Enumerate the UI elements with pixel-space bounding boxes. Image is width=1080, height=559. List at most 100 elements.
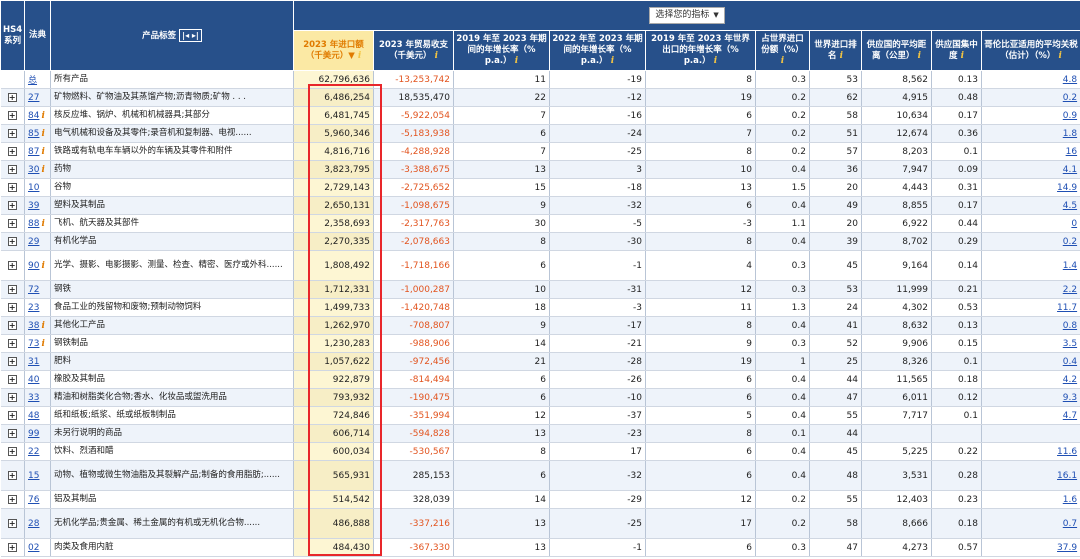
expand-icon[interactable]: + [7, 128, 17, 138]
expand-icon[interactable]: + [7, 284, 17, 294]
tariff-link[interactable]: 2.2 [1063, 285, 1077, 295]
expand-icon[interactable]: + [7, 320, 17, 330]
code-link[interactable]: 29 [28, 237, 39, 247]
code-link[interactable]: 39 [28, 201, 39, 211]
tariff-link[interactable]: 0.9 [1063, 111, 1077, 121]
tariff-link[interactable]: 4.1 [1063, 165, 1077, 175]
code-link[interactable]: 85 [28, 129, 39, 139]
info-icon[interactable]: i [41, 261, 44, 271]
tariff-link[interactable]: 4.7 [1063, 411, 1077, 421]
code-link[interactable]: 38 [28, 321, 39, 331]
world-import-share-header[interactable]: 占世界进口份额（%） i [755, 30, 810, 71]
info-icon[interactable]: i [41, 219, 44, 229]
code-link[interactable]: 76 [28, 495, 39, 505]
tariff-link[interactable]: 16 [1066, 147, 1077, 157]
import-value-header[interactable]: 2023 年进口额（千美元）▼ i [293, 30, 374, 71]
indicator-select[interactable]: 选择您的指标 ▼ [649, 7, 725, 24]
expand-icon[interactable]: + [7, 410, 17, 420]
tariff-link[interactable]: 0.4 [1063, 357, 1077, 367]
info-icon[interactable]: i [431, 51, 438, 61]
expand-icon[interactable]: + [7, 146, 17, 156]
tariff-link[interactable]: 1.6 [1063, 495, 1077, 505]
code-link[interactable]: 总 [28, 76, 37, 86]
info-icon[interactable]: i [41, 147, 44, 157]
tariff-link[interactable]: 3.5 [1063, 339, 1077, 349]
info-icon[interactable]: i [914, 51, 921, 61]
expand-icon[interactable]: + [7, 470, 17, 480]
product-header[interactable]: 产品标签 |◂ ▸| [50, 0, 294, 71]
expand-icon[interactable]: + [7, 236, 17, 246]
expand-icon[interactable]: + [7, 446, 17, 456]
tariff-link[interactable]: 11.6 [1057, 447, 1077, 457]
code-link[interactable]: 73 [28, 339, 39, 349]
tariff-header[interactable]: 哥伦比亚适用的平均关税（估计）（%） i [980, 30, 1080, 71]
info-icon[interactable]: i [41, 339, 44, 349]
expand-icon[interactable]: + [7, 218, 17, 228]
tariff-link[interactable]: 16.1 [1057, 471, 1077, 481]
expand-icon[interactable]: + [7, 374, 17, 384]
code-link[interactable]: 30 [28, 165, 39, 175]
tariff-link[interactable]: 0.2 [1063, 93, 1077, 103]
tariff-link[interactable]: 9.3 [1063, 393, 1077, 403]
info-icon[interactable]: i [41, 129, 44, 139]
supplier-concentration-header[interactable]: 供应国集中度 i [931, 30, 982, 71]
code-link[interactable]: 84 [28, 111, 39, 121]
tariff-link[interactable]: 0.8 [1063, 321, 1077, 331]
info-icon[interactable]: i [355, 51, 361, 61]
tariff-link[interactable]: 0.7 [1063, 519, 1077, 529]
code-link[interactable]: 99 [28, 429, 39, 439]
code-link[interactable]: 87 [28, 147, 39, 157]
info-icon[interactable]: i [41, 111, 44, 121]
info-icon[interactable]: i [512, 56, 518, 66]
expand-icon[interactable]: + [7, 302, 17, 312]
code-link[interactable]: 33 [28, 393, 39, 403]
expand-icon[interactable]: + [7, 518, 17, 528]
code-link[interactable]: 90 [28, 261, 39, 271]
tariff-link[interactable]: 4.5 [1063, 201, 1077, 211]
expand-icon[interactable]: + [7, 338, 17, 348]
code-link[interactable]: 72 [28, 285, 39, 295]
expand-icon[interactable]: + [7, 200, 17, 210]
tariff-link[interactable]: 0.2 [1063, 237, 1077, 247]
info-icon[interactable]: i [41, 165, 44, 175]
tariff-link[interactable]: 4.2 [1063, 375, 1077, 385]
code-link[interactable]: 10 [28, 183, 39, 193]
expand-icon[interactable]: + [7, 428, 17, 438]
code-link[interactable]: 48 [28, 411, 39, 421]
expand-icon[interactable]: + [7, 164, 17, 174]
code-link[interactable]: 22 [28, 447, 39, 457]
tariff-link[interactable]: 0 [1071, 219, 1077, 229]
code-link[interactable]: 02 [28, 543, 39, 553]
code-link[interactable]: 23 [28, 303, 39, 313]
info-icon[interactable]: i [781, 56, 784, 66]
growth-2019-2023-header[interactable]: 2019 年至 2023 年期间的年增长率（% p.a.） i [453, 30, 550, 71]
code-link[interactable]: 27 [28, 93, 39, 103]
code-header[interactable]: 法典 [24, 0, 51, 71]
column-resize-icon[interactable]: |◂ ▸| [179, 29, 202, 42]
tariff-link[interactable]: 37.9 [1057, 543, 1077, 553]
trade-balance-header[interactable]: 2023 年贸易收支（千美元） i [373, 30, 454, 71]
supplier-distance-header[interactable]: 供应国的平均距离（公里） i [861, 30, 932, 71]
world-export-growth-header[interactable]: 2019 年至 2023 年世界出口的年增长率（% p.a.） i [645, 30, 756, 71]
info-icon[interactable]: i [1055, 51, 1062, 61]
tariff-link[interactable]: 4.8 [1063, 75, 1077, 85]
code-link[interactable]: 15 [28, 471, 39, 481]
expand-icon[interactable]: + [7, 356, 17, 366]
expand-icon[interactable]: + [7, 392, 17, 402]
expand-icon[interactable]: + [7, 542, 17, 552]
expand-icon[interactable]: + [7, 182, 17, 192]
tariff-link[interactable]: 11.7 [1057, 303, 1077, 313]
tariff-link[interactable]: 1.8 [1063, 129, 1077, 139]
info-icon[interactable]: i [957, 51, 964, 61]
code-link[interactable]: 88 [28, 219, 39, 229]
tariff-link[interactable]: 14.9 [1057, 183, 1077, 193]
code-link[interactable]: 40 [28, 375, 39, 385]
info-icon[interactable]: i [608, 56, 614, 66]
expand-icon[interactable]: + [7, 260, 17, 270]
tariff-link[interactable]: 1.4 [1063, 261, 1077, 271]
world-import-rank-header[interactable]: 世界进口排名 i [809, 30, 862, 71]
info-icon[interactable]: i [41, 321, 44, 331]
code-link[interactable]: 28 [28, 519, 39, 529]
growth-2022-2023-header[interactable]: 2022 年至 2023 年期间的年增长率（% p.a.） i [549, 30, 646, 71]
expand-icon[interactable]: + [7, 92, 17, 102]
